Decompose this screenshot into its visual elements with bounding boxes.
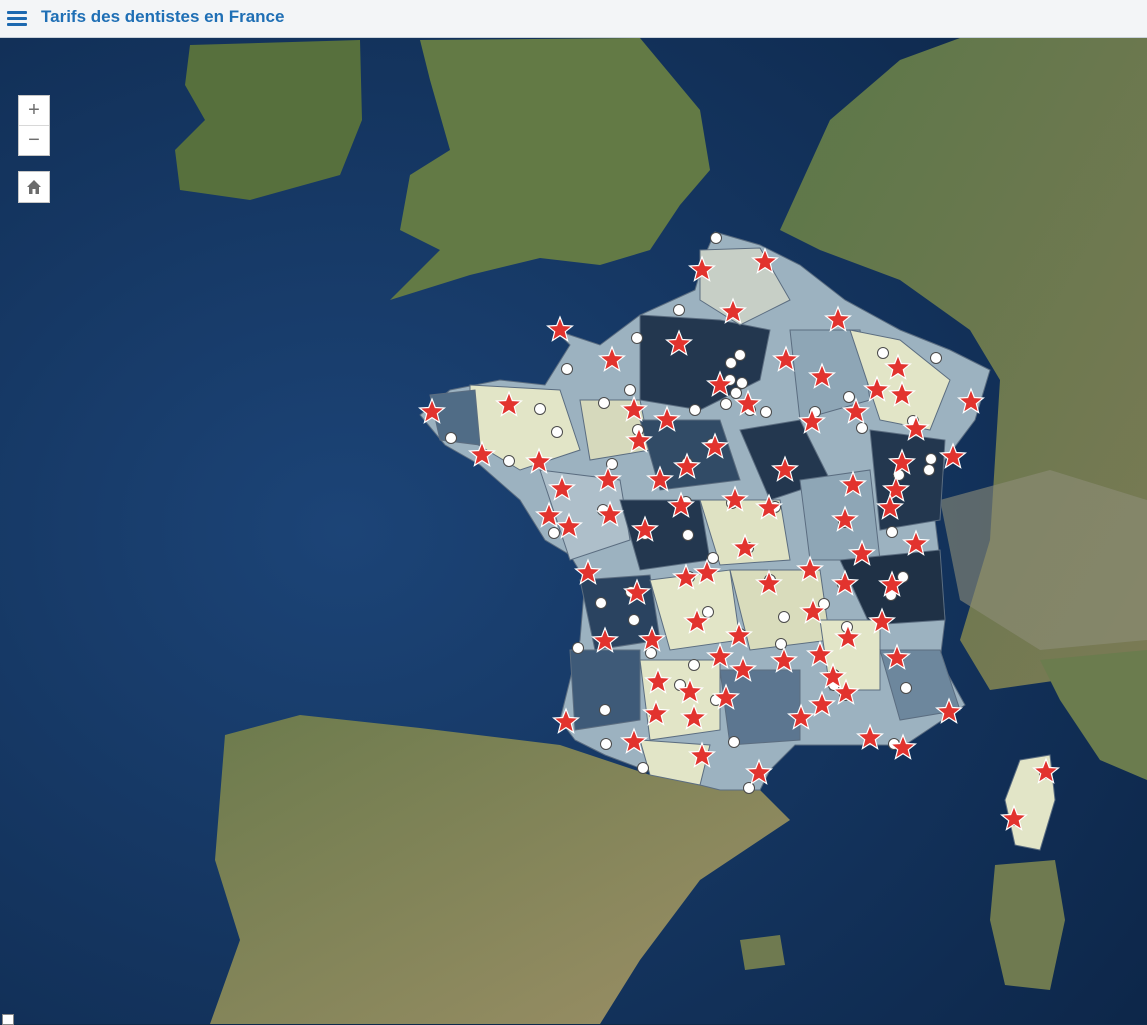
white-point-marker[interactable] — [710, 232, 722, 244]
white-point-marker[interactable] — [886, 526, 898, 538]
white-point-marker[interactable] — [637, 762, 649, 774]
white-point-marker[interactable] — [673, 304, 685, 316]
white-point-marker[interactable] — [877, 347, 889, 359]
white-point-marker[interactable] — [689, 404, 701, 416]
zoom-control: + − — [18, 95, 50, 156]
dept-zone — [869, 429, 946, 531]
white-point-marker[interactable] — [760, 406, 772, 418]
white-point-marker[interactable] — [900, 682, 912, 694]
white-point-marker[interactable] — [682, 529, 694, 541]
app-title: Tarifs des dentistes en France — [41, 7, 285, 26]
white-point-marker[interactable] — [743, 782, 755, 794]
white-point-marker[interactable] — [930, 352, 942, 364]
white-point-marker[interactable] — [923, 464, 935, 476]
white-point-marker[interactable] — [595, 597, 607, 609]
white-point-marker[interactable] — [599, 704, 611, 716]
white-point-marker[interactable] — [600, 738, 612, 750]
white-point-marker[interactable] — [503, 455, 515, 467]
satellite-basemap — [0, 38, 1147, 1024]
white-point-marker[interactable] — [734, 349, 746, 361]
home-icon — [27, 180, 41, 194]
white-point-marker[interactable] — [534, 403, 546, 415]
app-header: Tarifs des dentistes en France — [0, 0, 1147, 38]
zoom-in-button[interactable]: + — [19, 96, 49, 126]
white-point-marker[interactable] — [725, 357, 737, 369]
white-point-marker[interactable] — [736, 377, 748, 389]
white-point-marker[interactable] — [688, 659, 700, 671]
dept-zone — [639, 659, 721, 741]
white-point-marker[interactable] — [778, 611, 790, 623]
white-point-marker[interactable] — [572, 642, 584, 654]
white-point-marker[interactable] — [702, 606, 714, 618]
white-point-marker[interactable] — [707, 552, 719, 564]
white-point-marker[interactable] — [730, 387, 742, 399]
white-point-marker[interactable] — [856, 422, 868, 434]
expand-handle[interactable] — [2, 1014, 14, 1025]
white-point-marker[interactable] — [561, 363, 573, 375]
white-point-marker[interactable] — [628, 614, 640, 626]
white-point-marker[interactable] — [598, 397, 610, 409]
white-point-marker[interactable] — [631, 332, 643, 344]
balearic-land — [740, 935, 785, 970]
white-point-marker[interactable] — [548, 527, 560, 539]
white-point-marker[interactable] — [720, 398, 732, 410]
map-view[interactable]: + − — [0, 38, 1147, 1024]
white-point-marker[interactable] — [445, 432, 457, 444]
zoom-out-button[interactable]: − — [19, 126, 49, 155]
dept-zone — [569, 649, 641, 731]
white-point-marker[interactable] — [775, 638, 787, 650]
white-point-marker[interactable] — [551, 426, 563, 438]
hamburger-menu-icon[interactable] — [6, 7, 28, 29]
home-button[interactable] — [18, 171, 50, 203]
white-point-marker[interactable] — [728, 736, 740, 748]
white-point-marker[interactable] — [843, 391, 855, 403]
white-point-marker[interactable] — [925, 453, 937, 465]
white-point-marker[interactable] — [624, 384, 636, 396]
